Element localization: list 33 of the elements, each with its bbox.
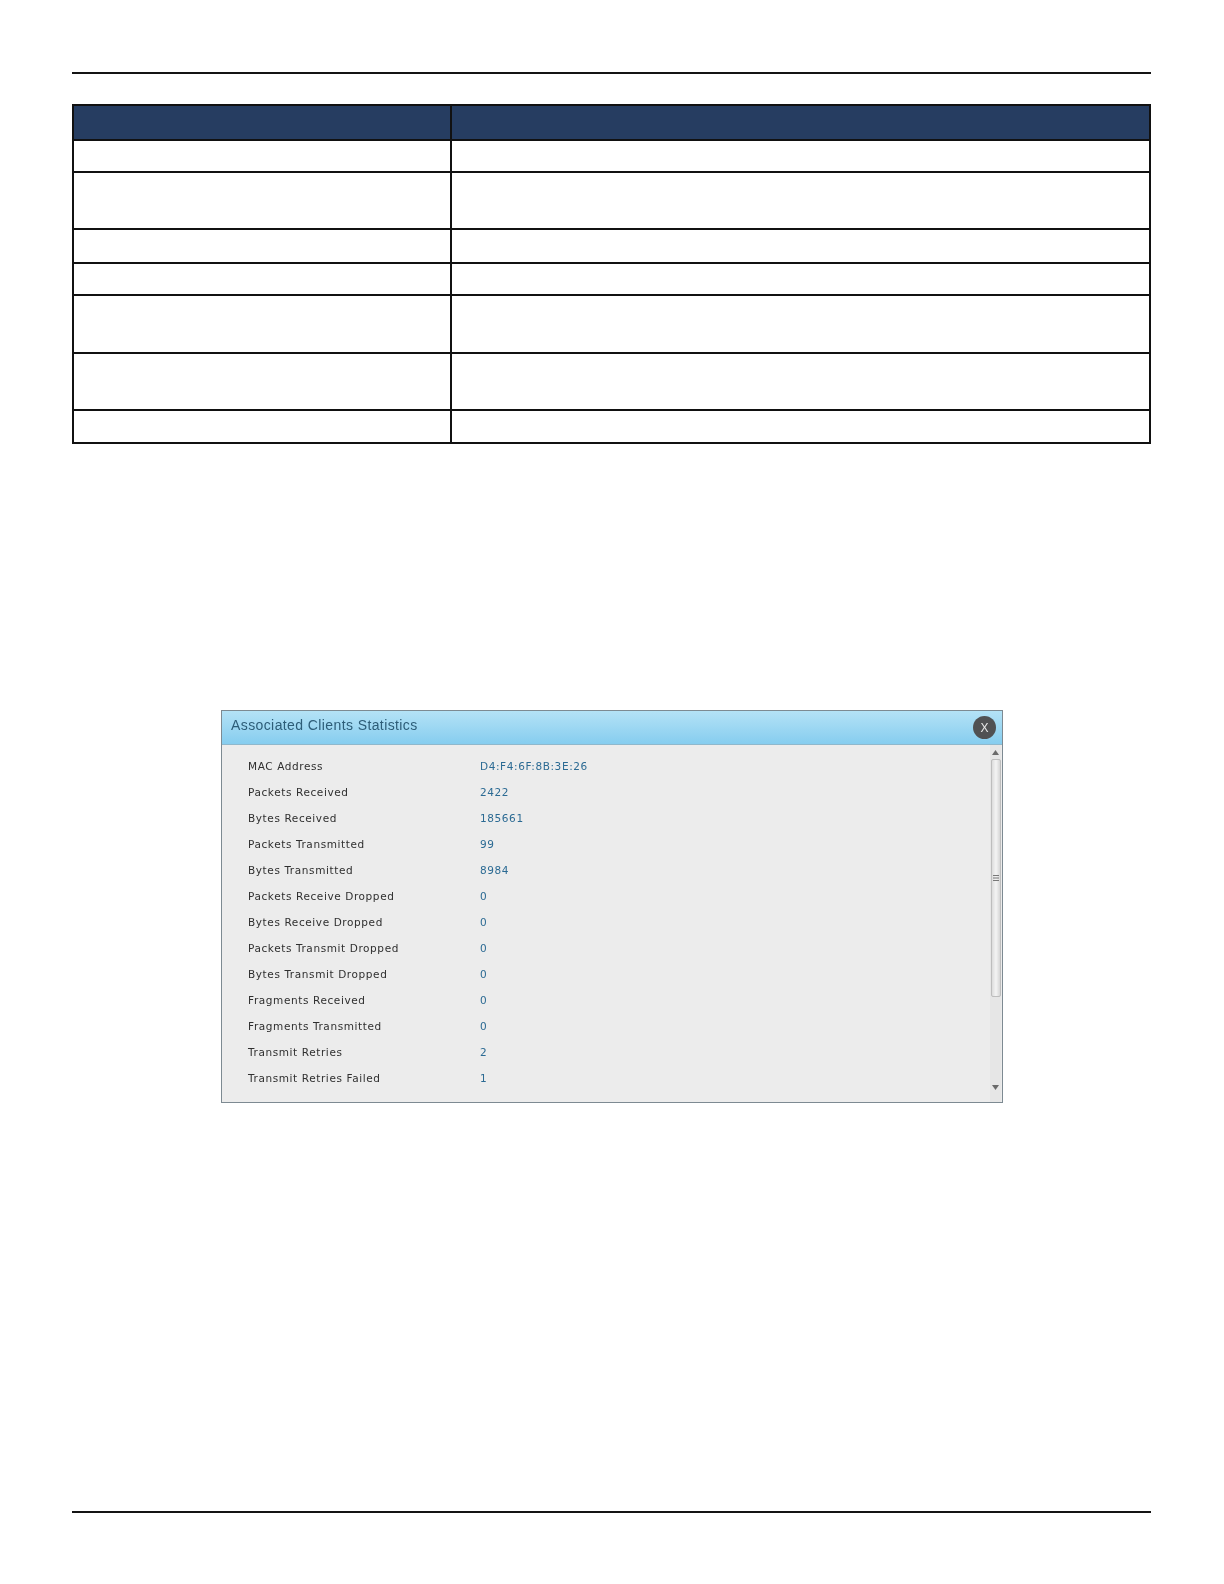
close-button[interactable]: X [973, 716, 996, 739]
stat-value: 0 [480, 890, 488, 902]
scroll-up-arrow-icon[interactable] [992, 750, 999, 755]
stat-value: 0 [480, 1020, 488, 1032]
stat-label: Fragments Received [248, 994, 366, 1006]
stat-value: 0 [480, 968, 488, 980]
stat-label: Bytes Receive Dropped [248, 916, 383, 928]
stat-label: Bytes Transmit Dropped [248, 968, 388, 980]
stat-label: Packets Transmit Dropped [248, 942, 399, 954]
stat-label: MAC Address [248, 760, 324, 772]
stat-value: 0 [480, 942, 488, 954]
stat-value: 0 [480, 916, 488, 928]
scroll-down-arrow-icon[interactable] [992, 1085, 999, 1090]
scrollbar-thumb[interactable] [990, 759, 1001, 997]
stat-value: 8984 [480, 864, 510, 876]
stat-label: Fragments Transmitted [248, 1020, 382, 1032]
stat-label: Bytes Received [248, 812, 337, 824]
stat-value: 1 [480, 1072, 488, 1084]
stat-label: Packets Receive Dropped [248, 890, 395, 902]
scrollbar[interactable] [990, 745, 1001, 1102]
stat-label: Transmit Retries [248, 1046, 343, 1058]
stat-value: D4:F4:6F:8B:3E:26 [480, 760, 588, 772]
grip-icon [992, 875, 999, 881]
dialog-title: Associated Clients Statistics [231, 717, 418, 733]
stat-label: Packets Received [248, 786, 349, 798]
stat-label: Transmit Retries Failed [248, 1072, 381, 1084]
stat-label: Bytes Transmitted [248, 864, 354, 876]
stat-value: 0 [480, 994, 488, 1006]
stat-value: 2422 [480, 786, 510, 798]
stat-value: 2 [480, 1046, 488, 1058]
stat-value: 99 [480, 838, 495, 850]
stat-label: Packets Transmitted [248, 838, 365, 850]
stat-value: 185661 [480, 812, 524, 824]
